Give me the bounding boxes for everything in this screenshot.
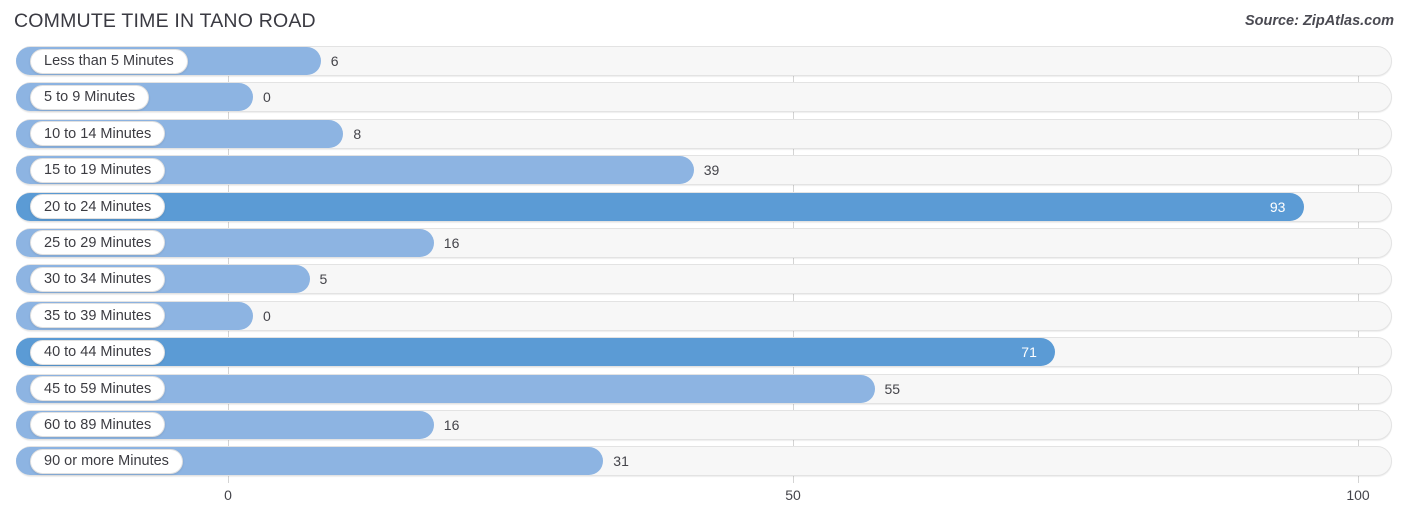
bar-row: 15 to 19 Minutes 39 [0,155,1406,186]
chart-plot-area: Less than 5 Minutes 6 5 to 9 Minutes 0 10 to… [0,46,1406,487]
bar-category-label: Less than 5 Minutes [30,48,188,74]
bar-value-label: 55 [884,380,901,397]
bar-category-label: 20 to 24 Minutes [30,194,166,220]
bar-row: 5 to 9 Minutes 0 [0,82,1406,113]
bar-row: 25 to 29 Minutes 16 [0,227,1406,258]
bar-category-label: 90 or more Minutes [30,448,183,474]
bar-category-label: 60 to 89 Minutes [30,412,166,438]
bar-category-label: 15 to 19 Minutes [30,157,166,183]
bar-fill[interactable] [16,338,1056,367]
bar-row: 60 to 89 Minutes 16 [0,409,1406,440]
bar-row: 45 to 59 Minutes 55 [0,373,1406,404]
x-axis-tick-100: 100 [1346,487,1370,503]
page-title: COMMUTE TIME IN TANO ROAD [14,10,316,32]
bar-value-label: 6 [330,53,339,69]
bar-value-label: 93 [1269,198,1286,215]
bar-row: 35 to 39 Minutes 0 [0,300,1406,331]
source-attribution: Source: ZipAtlas.com [1244,13,1394,29]
bar-row: 30 to 34 Minutes 5 [0,264,1406,295]
bar-value-label: 39 [703,162,720,179]
bar-value-label: 8 [353,125,362,142]
bar-row: 10 to 14 Minutes 8 [0,118,1406,149]
bar-value-label: 0 [263,307,271,324]
bar-fill[interactable] [16,192,1304,221]
bar-category-label: 40 to 44 Minutes [30,339,166,365]
bar-category-label: 25 to 29 Minutes [30,230,166,256]
bar-row: 90 or more Minutes 31 [0,446,1406,477]
bar-row: 20 to 24 Minutes 93 [0,191,1406,222]
bar-category-label: 5 to 9 Minutes [30,84,150,110]
bar-value-label: 71 [1021,344,1037,361]
x-axis-tick-0: 0 [224,487,232,503]
bar-row: 40 to 44 Minutes 71 [0,337,1406,368]
bar-category-label: 45 to 59 Minutes [30,376,166,402]
bar-rows: Less than 5 Minutes 6 5 to 9 Minutes 0 10 to… [0,46,1406,483]
bar-row: Less than 5 Minutes 6 [0,46,1406,76]
chart-header: COMMUTE TIME IN TANO ROAD Source: ZipAtl… [0,0,1406,46]
bar-value-label: 31 [613,453,629,470]
bar-value-label: 5 [319,271,328,288]
bar-value-label: 16 [443,416,460,433]
bar-category-label: 10 to 14 Minutes [30,121,166,147]
x-axis-tick-50: 50 [785,487,801,503]
x-axis: 0 50 100 [0,487,1406,523]
bar-value-label: 0 [263,89,271,106]
bar-value-label: 16 [443,234,460,251]
bar-category-label: 30 to 34 Minutes [30,266,166,292]
bar-category-label: 35 to 39 Minutes [30,303,166,329]
